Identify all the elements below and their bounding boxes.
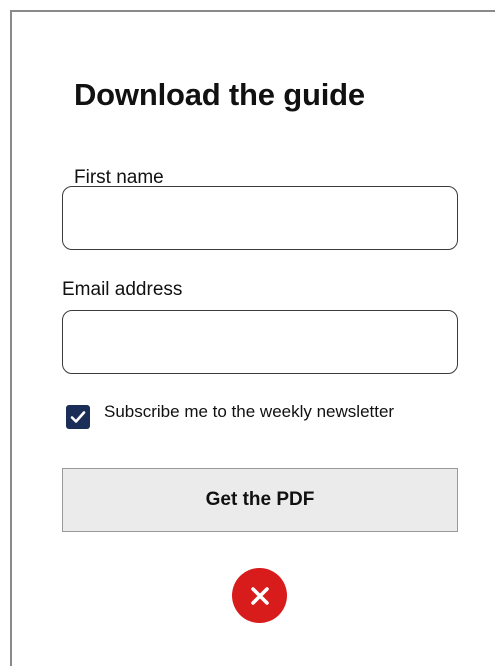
get-pdf-button[interactable]: Get the PDF xyxy=(62,468,458,532)
newsletter-checkbox[interactable] xyxy=(66,405,90,429)
email-input[interactable] xyxy=(62,310,458,374)
email-label: Email address xyxy=(62,279,183,300)
newsletter-option[interactable]: Subscribe me to the weekly newsletter xyxy=(66,402,394,429)
newsletter-label: Subscribe me to the weekly newsletter xyxy=(104,402,395,421)
form-title: Download the guide xyxy=(74,77,365,112)
checkmark-icon xyxy=(70,411,86,423)
close-icon xyxy=(250,586,269,605)
close-button[interactable] xyxy=(232,568,287,623)
first-name-input[interactable] xyxy=(62,186,458,250)
